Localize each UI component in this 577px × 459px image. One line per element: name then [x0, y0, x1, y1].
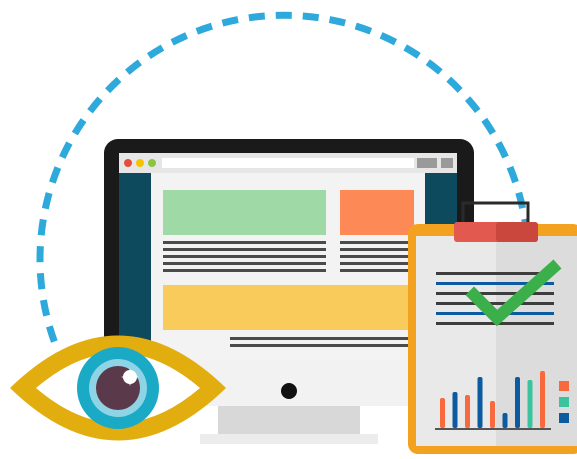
clip-shade: [496, 222, 538, 242]
content-block-yellow: [163, 285, 414, 330]
chart-bar: [502, 413, 508, 428]
maximize-dot-icon: [148, 159, 156, 167]
browser-button-b: [441, 158, 453, 168]
power-button-icon: [281, 383, 297, 399]
chart-legend: [559, 381, 569, 423]
chart-bar: [452, 392, 458, 428]
legend-swatch: [559, 413, 569, 423]
chart-baseline: [435, 428, 551, 430]
chart-bar: [540, 371, 545, 428]
clipboard-icon: [408, 201, 577, 454]
browser-button-a: [417, 158, 437, 168]
screen-sidebar: [119, 173, 151, 360]
chart-bar: [477, 377, 483, 428]
legend-swatch: [559, 381, 569, 391]
chart-bar: [440, 398, 445, 428]
chart-bar: [490, 401, 495, 428]
legend-swatch: [559, 397, 569, 407]
monitor-stand: [218, 405, 360, 435]
chart-bar: [515, 377, 520, 428]
monitor-base: [200, 434, 378, 444]
illustration-scene: [10, 11, 577, 454]
minimize-dot-icon: [136, 159, 144, 167]
chart-bar: [527, 380, 533, 428]
close-dot-icon: [124, 159, 132, 167]
content-block-green: [163, 190, 326, 235]
address-bar: [162, 158, 414, 168]
chart-bar: [465, 395, 470, 428]
content-block-orange: [340, 190, 414, 235]
